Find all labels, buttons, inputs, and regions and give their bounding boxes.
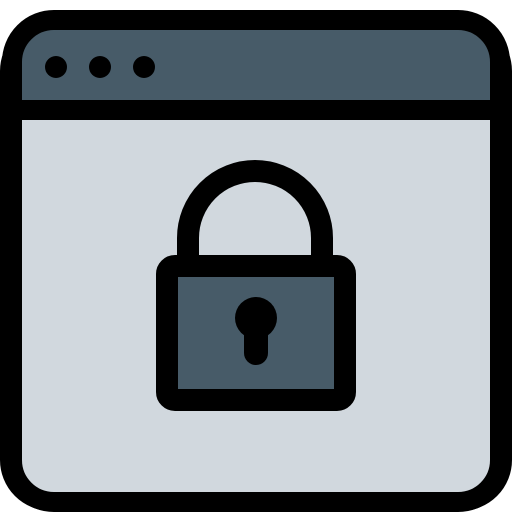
window-dot-icon	[89, 56, 111, 78]
window-dot-icon	[45, 56, 67, 78]
icon-canvas	[0, 0, 512, 512]
window-titlebar	[9, 20, 503, 110]
browser-window-lock-icon	[0, 10, 512, 512]
window-dot-icon	[133, 56, 155, 78]
